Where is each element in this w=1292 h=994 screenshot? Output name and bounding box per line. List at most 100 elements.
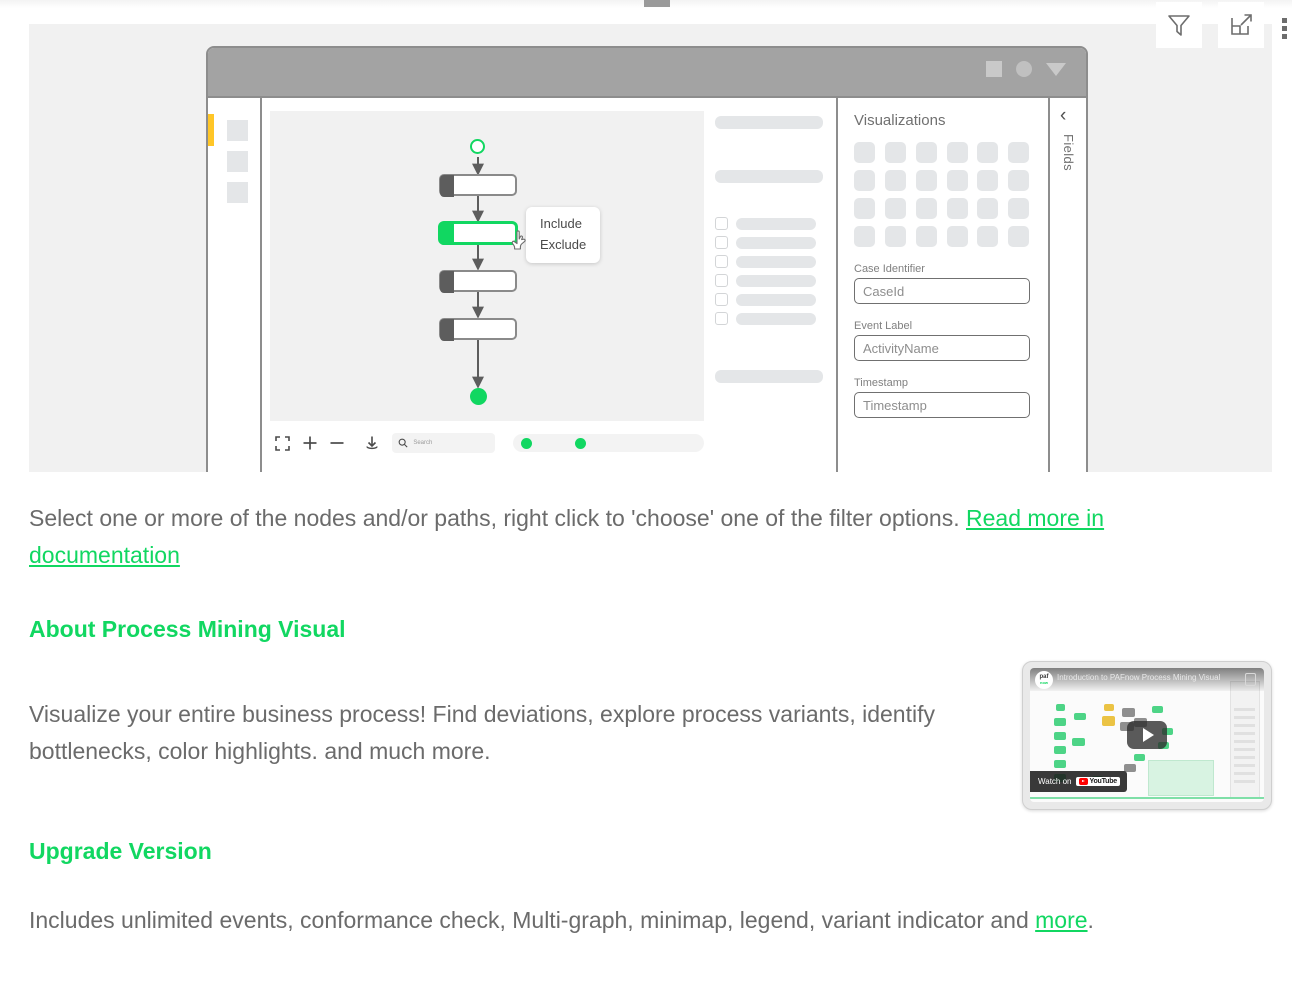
- viz-type-cell[interactable]: [915, 142, 937, 163]
- viz-type-cell[interactable]: [854, 198, 875, 219]
- mock-fields-rail: ‹ Fields: [1050, 98, 1086, 472]
- thumb-panel-line: [1234, 772, 1255, 775]
- viz-type-cell[interactable]: [884, 170, 906, 191]
- youtube-wordmark: YouTube: [1089, 778, 1118, 785]
- list-item[interactable]: [715, 293, 816, 306]
- thumb-node: [1152, 706, 1163, 713]
- illustration-panel: Include Exclude Search Visualizations Ca…: [29, 24, 1272, 472]
- placeholder-bar: [715, 116, 823, 129]
- field-label: Event Label: [854, 320, 913, 332]
- thumb-panel-line: [1234, 708, 1255, 711]
- thumb-node-highlight: [1104, 704, 1114, 711]
- mock-canvas: Include Exclude Search: [264, 98, 704, 472]
- thumb-panel-line: [1234, 764, 1255, 767]
- graph-node-3[interactable]: [439, 270, 517, 293]
- viz-type-cell[interactable]: [854, 142, 875, 163]
- viz-type-cell[interactable]: [854, 226, 875, 247]
- rail-item-3[interactable]: [227, 182, 248, 203]
- list-item[interactable]: [715, 274, 816, 287]
- more-dot: [1282, 33, 1287, 39]
- viz-type-cell[interactable]: [946, 198, 968, 219]
- zoom-out-icon[interactable]: [324, 430, 349, 456]
- viz-type-cell[interactable]: [1008, 226, 1030, 247]
- list-item[interactable]: [715, 236, 816, 249]
- viz-type-cell[interactable]: [915, 226, 937, 247]
- checkbox[interactable]: [715, 274, 728, 287]
- slider-handle-max[interactable]: [574, 438, 586, 449]
- square-icon: [986, 61, 1002, 77]
- rail-active-indicator: [208, 114, 214, 146]
- viz-type-cell[interactable]: [977, 198, 999, 219]
- checkbox[interactable]: [715, 236, 728, 249]
- placeholder-bar: [715, 170, 823, 183]
- fields-rail-label: Fields: [1061, 134, 1076, 172]
- viz-type-cell[interactable]: [884, 226, 906, 247]
- youtube-badge: YouTube: [1075, 777, 1121, 786]
- thumb-panel-line: [1234, 740, 1255, 743]
- download-icon[interactable]: [359, 430, 384, 456]
- play-button[interactable]: [1127, 721, 1167, 749]
- chevron-left-icon[interactable]: ‹: [1060, 106, 1066, 125]
- thumb-side-panel: [1230, 681, 1260, 799]
- viz-type-cell[interactable]: [884, 142, 906, 163]
- search-input[interactable]: Search: [392, 433, 495, 453]
- copy-link-icon[interactable]: [1245, 673, 1256, 686]
- search-placeholder: Search: [413, 440, 433, 446]
- viz-type-cell[interactable]: [977, 226, 999, 247]
- thumb-node: [1054, 732, 1066, 740]
- viz-type-cell[interactable]: [946, 226, 968, 247]
- filter-icon[interactable]: [1156, 2, 1202, 48]
- context-menu-item-include[interactable]: Include: [540, 213, 586, 234]
- field-label: Case Identifier: [854, 263, 925, 275]
- graph-start-node[interactable]: [470, 139, 485, 154]
- viz-type-cell[interactable]: [977, 170, 999, 191]
- graph-node-1[interactable]: [439, 174, 517, 197]
- zoom-in-icon[interactable]: [297, 430, 322, 456]
- viz-type-cell[interactable]: [1008, 142, 1030, 163]
- list-item[interactable]: [715, 312, 816, 325]
- range-slider[interactable]: [512, 434, 704, 452]
- checkbox[interactable]: [715, 217, 728, 230]
- rail-item-1[interactable]: [227, 120, 248, 141]
- checkbox[interactable]: [715, 255, 728, 268]
- thumb-node-gray: [1122, 708, 1135, 717]
- context-menu-item-exclude[interactable]: Exclude: [540, 234, 586, 255]
- viz-type-cell[interactable]: [915, 198, 937, 219]
- thumb-node: [1074, 713, 1086, 720]
- titlebar-controls: [986, 61, 1066, 77]
- placeholder-label: [736, 255, 816, 268]
- fit-to-screen-icon[interactable]: [270, 430, 295, 456]
- thumb-node: [1054, 718, 1066, 726]
- list-item[interactable]: [715, 255, 816, 268]
- scroll-thumb[interactable]: [644, 0, 670, 7]
- thumb-panel-line: [1234, 756, 1255, 759]
- viz-type-cell[interactable]: [946, 142, 968, 163]
- viz-type-cell[interactable]: [1008, 198, 1030, 219]
- graph-node-2-selected[interactable]: [439, 222, 517, 245]
- viz-type-cell[interactable]: [977, 142, 999, 163]
- node-accent-bar: [440, 319, 454, 341]
- viz-type-cell[interactable]: [946, 170, 968, 191]
- thumb-panel-line: [1234, 780, 1255, 783]
- more-options-icon[interactable]: [1282, 12, 1287, 39]
- graph-end-node[interactable]: [470, 388, 487, 405]
- field-value-case-identifier[interactable]: CaseId: [854, 278, 1030, 304]
- process-graph-canvas: Include Exclude: [270, 111, 704, 421]
- video-thumbnail-card[interactable]: paf now Introduction to PAFnow Process M…: [1022, 661, 1272, 810]
- checkbox[interactable]: [715, 293, 728, 306]
- viz-type-cell[interactable]: [915, 170, 937, 191]
- viz-type-cell[interactable]: [884, 198, 906, 219]
- watch-on-youtube-button[interactable]: Watch on YouTube: [1030, 771, 1128, 792]
- rail-item-2[interactable]: [227, 151, 248, 172]
- upgrade-more-link[interactable]: more: [1035, 907, 1087, 933]
- viz-type-cell[interactable]: [1008, 170, 1030, 191]
- checkbox[interactable]: [715, 312, 728, 325]
- field-value-timestamp[interactable]: Timestamp: [854, 392, 1030, 418]
- field-value-event-label[interactable]: ActivityName: [854, 335, 1030, 361]
- list-item[interactable]: [715, 217, 816, 230]
- focus-mode-icon[interactable]: [1218, 2, 1264, 48]
- upgrade-text-after: .: [1087, 907, 1094, 933]
- slider-handle-min[interactable]: [520, 438, 532, 449]
- viz-type-cell[interactable]: [854, 170, 875, 191]
- graph-node-4[interactable]: [439, 318, 517, 341]
